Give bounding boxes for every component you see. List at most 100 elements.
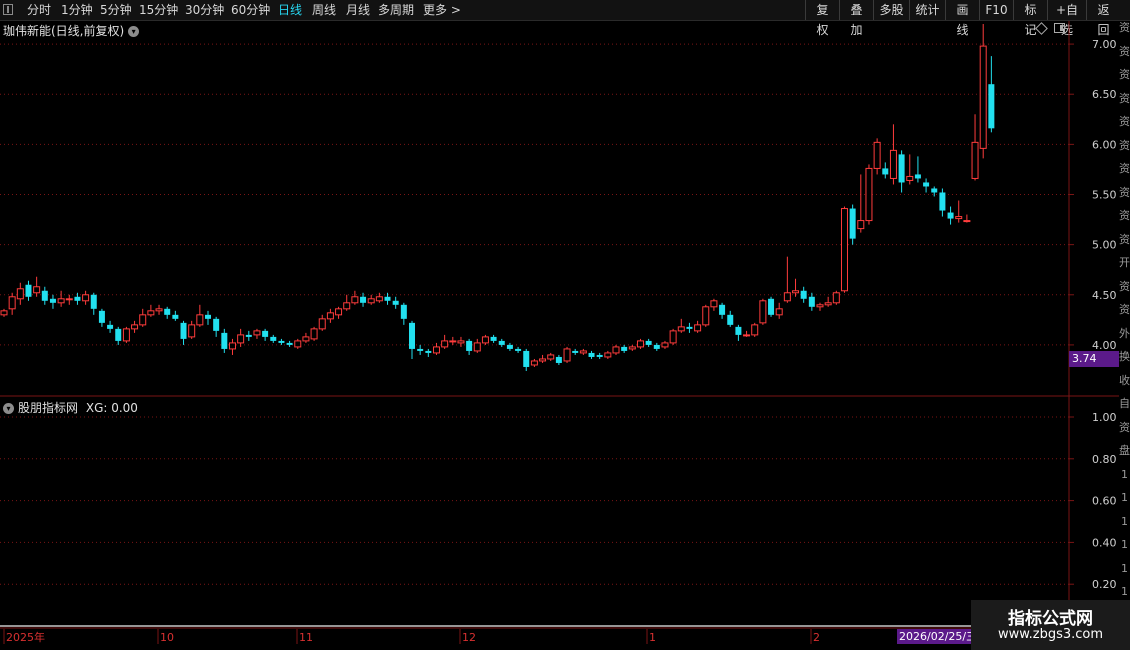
candle-body <box>694 324 702 332</box>
candle-body <box>294 340 302 348</box>
candle <box>375 292 383 303</box>
right-strip-char: 资 <box>1119 420 1130 434</box>
right-strip-char: 资 <box>1119 303 1130 316</box>
price-tick-label: 7.00 <box>1092 38 1117 51</box>
candle-body <box>107 324 114 329</box>
candle <box>278 338 285 345</box>
right-side-panel-strip[interactable]: 资资资资资资资资资资开资资外换收自资盘1111111 <box>1119 22 1130 642</box>
candle <box>792 278 800 297</box>
right-strip-char: 外 <box>1119 326 1130 340</box>
candle <box>262 328 269 341</box>
time-tick-label: 2 <box>813 631 820 644</box>
chart-canvas[interactable]: 7.00 6.50 6.00 5.50 5.00 4.50 4.00 1.00 0.80 0.60… <box>0 0 1130 650</box>
candle-body <box>115 328 122 341</box>
candle-body <box>360 296 367 303</box>
candle-body <box>661 342 669 348</box>
candle-body <box>343 302 351 310</box>
candle-body <box>947 212 954 219</box>
candle-body <box>702 306 710 326</box>
candle <box>237 328 245 347</box>
indicator-chevron-icon[interactable]: ▾ <box>3 403 14 414</box>
candle <box>857 174 865 233</box>
time-tick-label: 1 <box>649 631 656 644</box>
price-tick-label: 6.50 <box>1092 88 1117 101</box>
candle-body <box>783 292 791 302</box>
candle <box>579 348 587 355</box>
candle <box>432 342 440 355</box>
candle-body <box>335 308 343 316</box>
candle-body <box>155 308 163 312</box>
candle <box>221 328 228 353</box>
right-strip-char: 1 <box>1121 561 1128 575</box>
candle <box>653 342 660 351</box>
candle-body <box>481 336 489 344</box>
candle <box>677 318 685 333</box>
candle <box>768 296 775 317</box>
right-strip-char: 1 <box>1121 514 1128 528</box>
candle-body <box>988 84 995 129</box>
candle <box>555 354 562 365</box>
candle-body <box>278 340 285 343</box>
candle-body <box>449 340 457 343</box>
indicator-name: 股朋指标网 <box>18 401 79 415</box>
candle <box>180 320 187 345</box>
candle <box>661 340 669 349</box>
candle <box>686 322 693 333</box>
candle <box>612 344 620 355</box>
candle-body <box>90 294 97 309</box>
window-toggle-icon[interactable] <box>1054 23 1065 33</box>
candle <box>955 200 963 223</box>
candle-body <box>262 330 269 337</box>
candle <box>302 332 310 343</box>
candle <box>988 56 995 133</box>
candle <box>515 346 522 353</box>
candle-body <box>555 356 562 363</box>
candle <box>33 276 41 297</box>
chevron-down-icon[interactable]: ▾ <box>128 26 140 37</box>
time-tick-label: 11 <box>299 631 313 644</box>
candle-body <box>906 175 914 181</box>
candle-body <box>473 342 481 352</box>
candle <box>409 320 415 359</box>
candle-body <box>775 308 783 316</box>
candle-body <box>74 296 81 301</box>
candle <box>636 338 644 349</box>
candle <box>669 328 677 345</box>
right-strip-char: 资 <box>1119 115 1130 128</box>
candle-body <box>751 324 759 336</box>
candle <box>90 292 97 315</box>
candle-body <box>409 322 415 349</box>
candle <box>889 124 897 185</box>
candle-body <box>432 346 440 354</box>
candle-body <box>375 296 383 302</box>
candle <box>971 114 979 181</box>
candle-body <box>547 354 555 360</box>
candle-body <box>270 336 277 341</box>
candle-body <box>931 188 938 193</box>
candle <box>906 154 914 185</box>
candle <box>425 348 432 357</box>
candle <box>743 330 751 337</box>
candle-body <box>139 314 147 326</box>
right-strip-char: 资 <box>1119 185 1130 199</box>
candle-body <box>466 340 473 351</box>
candle-body <box>164 308 171 315</box>
candle-body <box>98 310 105 323</box>
right-strip-char: 资 <box>1119 209 1130 222</box>
candle <box>310 326 318 341</box>
candle-body <box>840 208 848 292</box>
candle <box>719 302 726 319</box>
candle-body <box>865 167 873 222</box>
watermark: 指标公式网 www.zbgs3.com <box>971 600 1130 650</box>
right-strip-char: 资 <box>1119 68 1130 81</box>
candle <box>253 328 261 339</box>
candle-body <box>743 334 751 337</box>
candle-body <box>816 304 824 308</box>
indicator-tick-label: 0.80 <box>1092 453 1117 466</box>
candle <box>122 326 130 343</box>
candle-body <box>889 149 897 179</box>
candle <box>294 338 302 349</box>
candle <box>466 338 473 355</box>
candle-body <box>882 168 889 175</box>
candle-body <box>621 346 628 351</box>
